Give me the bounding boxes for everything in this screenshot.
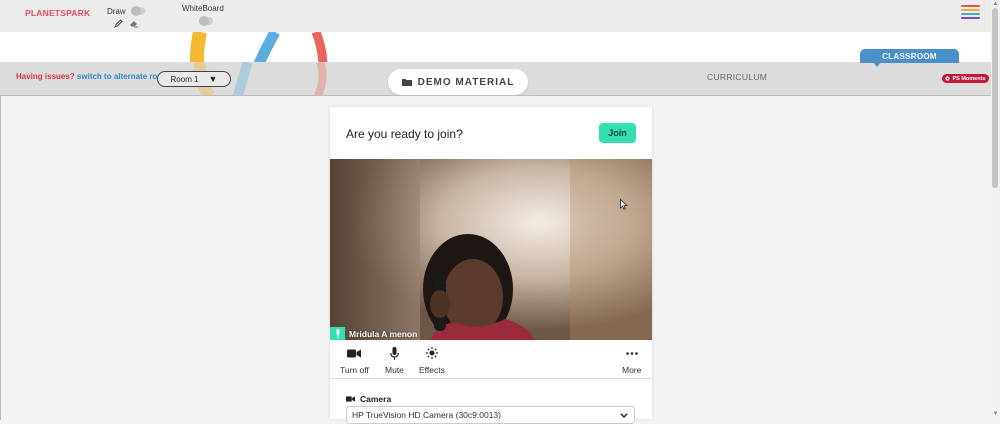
turn-off-label: Turn off: [340, 365, 369, 375]
folder-icon: [401, 79, 412, 86]
join-button[interactable]: Join: [599, 123, 636, 143]
menu-line: [961, 13, 980, 15]
camera-label-text: Camera: [360, 394, 392, 404]
hamburger-menu-icon[interactable]: [961, 5, 980, 19]
more-label: More: [622, 365, 642, 375]
camera-icon: [346, 396, 355, 402]
mute-label: Mute: [385, 365, 404, 375]
switch-room-link[interactable]: switch to alternate room: [77, 72, 169, 81]
scrollbar-thumb[interactable]: [992, 8, 998, 188]
decorative-band: [0, 32, 992, 62]
effects-label: Effects: [419, 365, 445, 375]
video-camera-icon: [347, 345, 362, 361]
camera-preview: [330, 159, 652, 340]
demo-material-button[interactable]: DEMO MATERIAL: [388, 69, 528, 95]
curriculum-tab[interactable]: CURRICULUM: [707, 72, 767, 82]
more-dots-icon: [625, 345, 638, 361]
having-issues-text: Having issues? switch to alternate room: [16, 72, 169, 81]
effects-button[interactable]: Effects: [419, 345, 445, 375]
room-select-value: Room 1: [170, 74, 199, 84]
issues-question: Having issues?: [16, 72, 75, 81]
logo-text: PLANETSPARK: [25, 8, 91, 18]
controls-divider: [330, 378, 652, 379]
participant-name: Mridula A menon: [349, 328, 418, 339]
menu-line: [961, 9, 980, 11]
pencil-icon[interactable]: [114, 19, 123, 28]
whiteboard-label: WhiteBoard: [182, 4, 224, 13]
menu-line: [961, 5, 980, 7]
turn-off-camera-button[interactable]: Turn off: [340, 345, 369, 375]
camera-section-label: Camera: [346, 394, 391, 404]
eraser-icon[interactable]: [129, 19, 139, 28]
ps-moments-label: PS Moments: [952, 75, 986, 82]
effects-sun-icon: [425, 345, 438, 361]
classroom-tab-pointer: [873, 62, 881, 67]
microphone-icon: [390, 345, 399, 361]
menu-line: [961, 17, 980, 19]
camera-select[interactable]: HP TrueVision HD Camera (30c9:0013): [346, 406, 635, 424]
classroom-tab[interactable]: CLASSROOM: [860, 49, 959, 63]
camera-preview-image: [330, 159, 652, 340]
participant-name-tag: Mridula A menon: [330, 327, 417, 340]
mic-indicator-icon: [330, 327, 345, 340]
top-toolbar: [0, 0, 992, 32]
planetspark-logo[interactable]: PLANETSPARK: [22, 5, 90, 21]
scroll-up-arrow-icon[interactable]: ▲: [992, 1, 999, 7]
decorative-arcs: [190, 32, 328, 62]
more-options-button[interactable]: More: [622, 345, 641, 375]
room-select[interactable]: Room 1 ▼: [157, 71, 231, 87]
join-label: Join: [608, 128, 627, 138]
mouse-cursor-icon: [620, 199, 628, 210]
demo-material-label: DEMO MATERIAL: [417, 76, 515, 88]
draw-label: Draw: [107, 7, 126, 16]
prejoin-title: Are you ready to join?: [346, 127, 463, 141]
draw-toggle[interactable]: [131, 6, 145, 16]
whiteboard-toggle[interactable]: [199, 16, 213, 26]
ps-moments-badge[interactable]: PS Moments: [942, 74, 989, 83]
dropdown-triangle-icon: ▼: [208, 74, 218, 84]
camera-dot-icon: [945, 76, 951, 81]
chevron-down-icon: [620, 412, 628, 418]
mute-button[interactable]: Mute: [385, 345, 404, 375]
scroll-down-arrow-icon[interactable]: ▼: [992, 411, 999, 417]
classroom-label: CLASSROOM: [882, 51, 937, 61]
